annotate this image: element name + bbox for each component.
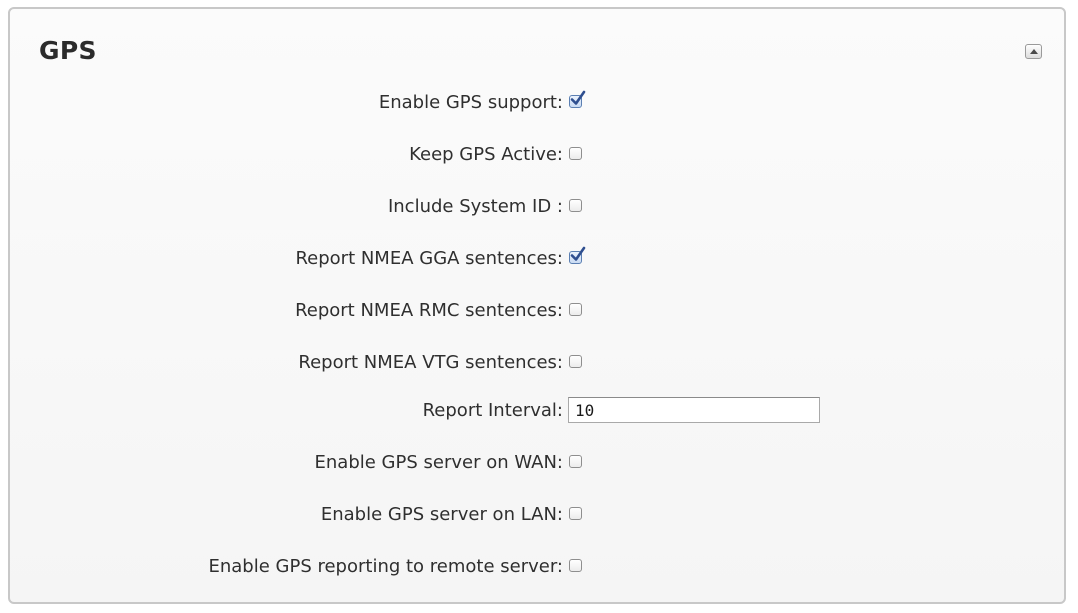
field-label: Enable GPS server on WAN: [314, 452, 563, 473]
field-row-report-interval: Report Interval: [10, 396, 1068, 426]
include-system-id-checkbox[interactable] [569, 199, 582, 212]
field-label: Keep GPS Active: [409, 144, 563, 165]
collapse-up-icon [1029, 49, 1038, 54]
gps-server-wan-checkbox[interactable] [569, 455, 582, 468]
check-icon [570, 90, 586, 105]
field-label: Include System ID : [387, 196, 563, 217]
field-row-report-nmea-gga: Report NMEA GGA sentences: [10, 244, 1068, 274]
field-label: Report NMEA VTG sentences: [298, 352, 563, 373]
report-nmea-rmc-checkbox[interactable] [569, 303, 582, 316]
field-row-keep-gps-active: Keep GPS Active: [10, 140, 1068, 170]
field-row-gps-server-wan: Enable GPS server on WAN: [10, 448, 1068, 478]
check-icon [570, 246, 586, 261]
gps-settings-panel: GPS Enable GPS support: Keep GPS Active:… [8, 7, 1066, 604]
enable-gps-support-checkbox[interactable] [569, 90, 586, 108]
report-nmea-vtg-checkbox[interactable] [569, 355, 582, 368]
panel-title: GPS [39, 36, 97, 65]
field-label: Enable GPS support: [378, 92, 563, 113]
remote-reporting-checkbox[interactable] [569, 559, 582, 572]
field-label: Enable GPS server on LAN: [320, 504, 563, 525]
field-label: Report NMEA RMC sentences: [295, 300, 563, 321]
keep-gps-active-checkbox[interactable] [569, 147, 582, 160]
field-row-include-system-id: Include System ID : [10, 192, 1068, 222]
field-label: Enable GPS reporting to remote server: [208, 556, 563, 577]
collapse-button[interactable] [1025, 44, 1042, 59]
field-row-report-nmea-rmc: Report NMEA RMC sentences: [10, 296, 1068, 326]
field-row-gps-server-lan: Enable GPS server on LAN: [10, 500, 1068, 530]
gps-server-lan-checkbox[interactable] [569, 507, 582, 520]
field-row-report-nmea-vtg: Report NMEA VTG sentences: [10, 348, 1068, 378]
field-label: Report NMEA GGA sentences: [295, 248, 563, 269]
field-row-remote-reporting: Enable GPS reporting to remote server: [10, 552, 1068, 582]
report-nmea-gga-checkbox[interactable] [569, 246, 586, 264]
report-interval-input[interactable] [568, 397, 820, 423]
field-label: Report Interval: [422, 400, 563, 421]
field-row-enable-gps-support: Enable GPS support: [10, 88, 1068, 118]
